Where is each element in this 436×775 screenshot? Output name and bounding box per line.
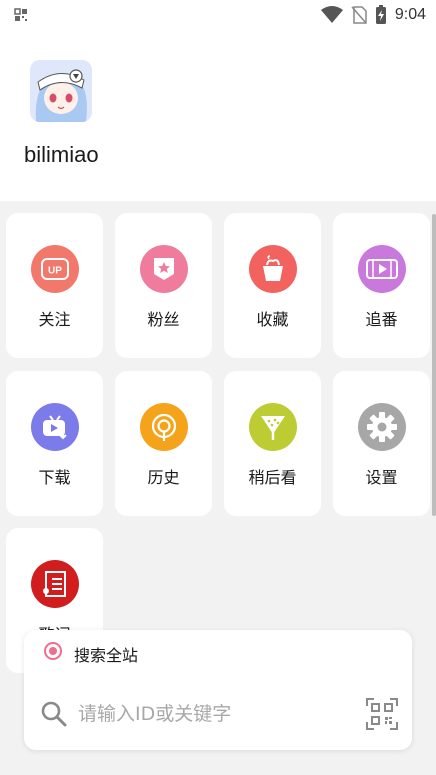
menu-item-fans[interactable]: 粉丝	[115, 213, 212, 358]
no-sim-icon	[351, 6, 367, 24]
status-bar: 9:04	[0, 0, 436, 30]
scope-radio[interactable]	[44, 642, 62, 660]
lyrics-icon	[31, 560, 79, 608]
menu-item-label: 下载	[38, 468, 71, 487]
menu-item-label: 设置	[365, 468, 398, 487]
qr-scan-icon[interactable]	[366, 698, 398, 730]
menu-item-follow[interactable]: UP 关注	[6, 213, 103, 358]
scrollbar[interactable]	[432, 214, 436, 516]
svg-text:UP: UP	[48, 266, 62, 277]
menu-item-watch-later[interactable]: 稍后看	[224, 371, 321, 516]
menu-item-label: 追番	[365, 310, 398, 329]
username[interactable]: bilimiao	[24, 142, 99, 168]
gear-icon	[358, 403, 406, 451]
search-scope-label[interactable]: 搜索全站	[74, 642, 138, 666]
menu-item-history[interactable]: 历史	[115, 371, 212, 516]
menu-item-download[interactable]: 下载	[6, 371, 103, 516]
collection-cup-icon	[249, 245, 297, 293]
search-input[interactable]	[78, 696, 348, 732]
search-icon	[41, 701, 67, 727]
download-tv-icon	[31, 403, 79, 451]
fans-badge-icon	[140, 245, 188, 293]
notification-grid-icon	[14, 8, 27, 21]
menu-item-bangumi[interactable]: 追番	[333, 213, 430, 358]
menu-item-favorites[interactable]: 收藏	[224, 213, 321, 358]
menu-item-settings[interactable]: 设置	[333, 371, 430, 516]
wifi-icon	[320, 6, 343, 23]
watch-later-icon	[249, 403, 297, 451]
battery-charging-icon	[375, 5, 386, 24]
profile-header: bilimiao	[0, 30, 436, 201]
menu-item-label: 历史	[147, 468, 180, 487]
up-icon: UP	[31, 245, 79, 293]
history-icon	[140, 403, 188, 451]
menu-item-label: 粉丝	[147, 310, 180, 329]
avatar[interactable]	[30, 60, 92, 122]
clock: 9:04	[394, 6, 426, 23]
search-panel: 搜索全站	[24, 630, 412, 750]
menu-item-label: 关注	[38, 310, 71, 329]
menu-item-label: 收藏	[256, 310, 289, 329]
anime-film-icon	[358, 245, 406, 293]
menu-item-label: 稍后看	[248, 468, 297, 487]
